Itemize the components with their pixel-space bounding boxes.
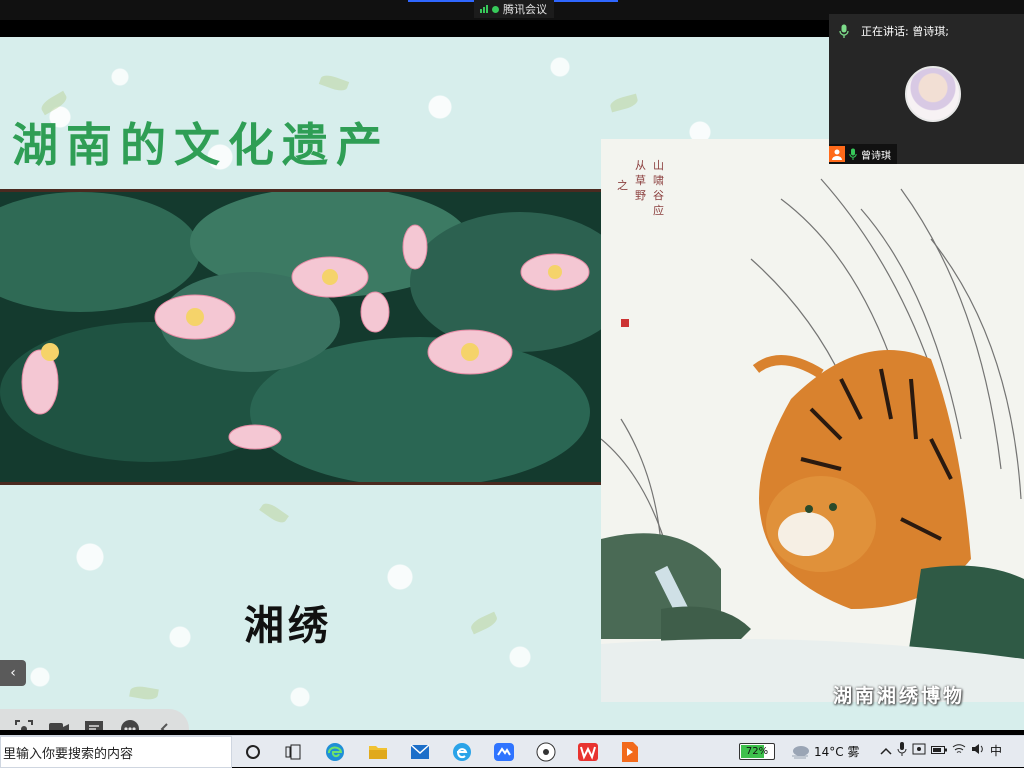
microphone-icon [849, 148, 857, 160]
leaf-decoration [129, 684, 159, 702]
svg-text:草: 草 [635, 174, 646, 187]
slide-title: 湖南的文化遗产 [12, 118, 390, 172]
tiger-embroidery-image: 山啸谷应 从草野 之 [601, 139, 1024, 702]
task-view-icon[interactable] [282, 741, 304, 763]
avatar [905, 66, 961, 122]
input-method-indicator[interactable]: 中 [990, 742, 1002, 759]
fog-weather-icon [792, 745, 809, 758]
slide-caption: 湘绣 [244, 602, 332, 649]
edge-icon[interactable] [324, 741, 346, 763]
wps-icon[interactable] [577, 741, 599, 763]
chat-icon[interactable] [82, 717, 106, 730]
lotus-illustration [0, 192, 601, 482]
microphone-icon[interactable] [897, 742, 907, 759]
search-input[interactable]: 里输入你要搜索的内容 [0, 736, 232, 768]
file-explorer-icon[interactable] [367, 741, 389, 763]
svg-text:山: 山 [653, 159, 664, 172]
signal-icon [480, 5, 488, 13]
app-icon[interactable] [535, 741, 557, 763]
leaf-decoration [259, 500, 289, 526]
weather-widget[interactable]: 14°C 雾 [790, 743, 859, 760]
svg-text:应: 应 [653, 203, 664, 217]
weather-text: 14°C 雾 [814, 745, 860, 759]
speaker-video-panel[interactable]: 正在讲话: 曾诗琪; 曾诗琪 [829, 14, 1024, 164]
chevron-left-icon: ‹ [10, 665, 16, 681]
browser-icon[interactable] [451, 741, 473, 763]
participant-name: 曾诗琪 [861, 150, 891, 162]
svg-text:野: 野 [635, 189, 646, 202]
leaf-decoration [468, 611, 500, 635]
more-icon[interactable] [118, 717, 142, 730]
meeting-app-name: 腾讯会议 [503, 3, 547, 16]
screenshot-icon[interactable] [12, 717, 36, 730]
keyboard-status-icon[interactable] [912, 742, 926, 759]
share-control-bar [0, 709, 189, 730]
leaf-decoration [318, 72, 350, 94]
lotus-embroidery-image [0, 189, 601, 485]
svg-text:啸: 啸 [653, 174, 664, 187]
speaking-header: 正在讲话: 曾诗琪; [829, 14, 1024, 48]
mail-icon[interactable] [409, 741, 431, 763]
museum-watermark: 湖南湘绣博物 [833, 685, 966, 707]
speaking-label: 正在讲话: 曾诗琪; [861, 25, 949, 38]
collapse-toolbar-button[interactable]: ‹ [0, 660, 26, 686]
system-tray: 中 [880, 742, 1002, 759]
wifi-icon[interactable] [952, 743, 966, 758]
camera-icon[interactable] [47, 717, 71, 730]
battery-indicator[interactable]: 72% [739, 743, 775, 760]
windows-taskbar: 里输入你要搜索的内容 72% 14°C 雾 中 [0, 735, 1024, 768]
participant-name-tag: 曾诗琪 [829, 144, 897, 164]
chevron-up-icon[interactable] [880, 744, 892, 758]
microphone-icon [839, 24, 849, 38]
svg-text:从: 从 [635, 159, 646, 172]
person-icon [829, 146, 845, 162]
presentation-icon[interactable] [619, 741, 641, 763]
cortana-icon[interactable] [242, 741, 264, 763]
svg-text:谷: 谷 [653, 189, 664, 202]
status-dot-icon [492, 5, 499, 13]
leaf-decoration [608, 93, 640, 113]
meeting-app-icon[interactable] [493, 741, 515, 763]
meeting-title-pill[interactable]: 腾讯会议 [474, 0, 554, 18]
volume-icon[interactable] [971, 743, 985, 758]
tiger-illustration: 山啸谷应 从草野 之 [601, 139, 1024, 702]
collapse-icon[interactable] [153, 717, 177, 730]
battery-icon[interactable] [931, 744, 947, 758]
svg-text:之: 之 [617, 178, 628, 192]
battery-percent: 72% [745, 746, 769, 757]
